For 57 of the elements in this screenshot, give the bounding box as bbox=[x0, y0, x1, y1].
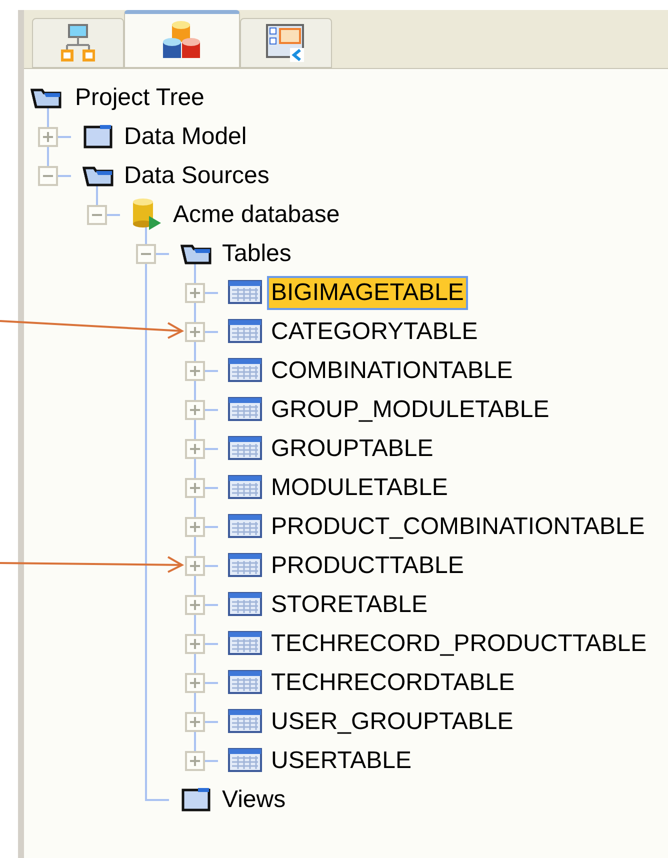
tree-item[interactable]: USERTABLE bbox=[267, 744, 416, 778]
tree-item[interactable]: BIGIMAGETABLE bbox=[267, 276, 468, 310]
tree-item[interactable]: GROUPTABLE bbox=[267, 432, 438, 466]
table-icon bbox=[228, 436, 262, 460]
table-icon bbox=[228, 474, 262, 498]
expand-toggle[interactable] bbox=[185, 282, 205, 302]
table-icon bbox=[228, 670, 262, 694]
table-icon bbox=[228, 358, 262, 382]
tree-item[interactable]: Tables bbox=[218, 237, 296, 271]
expand-toggle[interactable] bbox=[185, 750, 205, 770]
form-layout-icon bbox=[266, 24, 306, 62]
table-icon bbox=[228, 708, 262, 732]
expand-toggle[interactable] bbox=[185, 400, 205, 420]
tree-item[interactable]: CATEGORYTABLE bbox=[267, 315, 482, 349]
folder-icon bbox=[83, 122, 113, 148]
tree-item[interactable]: USER_GROUPTABLE bbox=[267, 705, 518, 739]
tab[interactable] bbox=[124, 10, 240, 68]
table-icon bbox=[228, 552, 262, 576]
expand-toggle[interactable] bbox=[185, 438, 205, 458]
tree-item[interactable]: Data Model bbox=[120, 120, 251, 154]
tab[interactable] bbox=[32, 18, 124, 68]
tree-item[interactable]: STORETABLE bbox=[267, 588, 432, 622]
hierarchy-icon bbox=[61, 24, 95, 62]
table-icon bbox=[228, 396, 262, 420]
tree-item[interactable]: TECHRECORD_PRODUCTTABLE bbox=[267, 627, 651, 661]
expand-toggle[interactable] bbox=[185, 478, 205, 498]
table-icon bbox=[228, 280, 262, 304]
tree-item[interactable]: Data Sources bbox=[120, 159, 274, 193]
expand-toggle[interactable] bbox=[185, 556, 205, 576]
expand-toggle[interactable] bbox=[185, 360, 205, 380]
collapse-toggle[interactable] bbox=[87, 204, 107, 224]
folder-icon bbox=[181, 786, 211, 812]
expand-toggle[interactable] bbox=[185, 516, 205, 536]
table-icon bbox=[228, 592, 262, 616]
expand-toggle[interactable] bbox=[185, 634, 205, 654]
tree-item[interactable]: Project Tree bbox=[71, 81, 208, 115]
tree-item[interactable]: Views bbox=[218, 783, 290, 817]
expand-toggle[interactable] bbox=[38, 126, 58, 146]
expand-toggle[interactable] bbox=[185, 712, 205, 732]
tree-item[interactable]: GROUP_MODULETABLE bbox=[267, 393, 554, 427]
database-icon bbox=[131, 198, 163, 230]
tree-item[interactable]: PRODUCTTABLE bbox=[267, 549, 468, 583]
collapse-toggle[interactable] bbox=[38, 166, 58, 186]
expand-toggle[interactable] bbox=[185, 594, 205, 614]
expand-toggle[interactable] bbox=[185, 672, 205, 692]
expand-toggle[interactable] bbox=[185, 322, 205, 342]
tree-item[interactable]: COMBINATIONTABLE bbox=[267, 354, 517, 388]
table-icon bbox=[228, 514, 262, 538]
table-icon bbox=[228, 748, 262, 772]
tab[interactable] bbox=[240, 18, 332, 68]
tree-item[interactable]: MODULETABLE bbox=[267, 471, 452, 505]
tree-item[interactable]: Acme database bbox=[169, 198, 344, 232]
collapse-toggle[interactable] bbox=[136, 244, 156, 264]
tree-item[interactable]: PRODUCT_COMBINATIONTABLE bbox=[267, 510, 649, 544]
tree-item[interactable]: TECHRECORDTABLE bbox=[267, 666, 519, 700]
table-icon bbox=[228, 318, 262, 342]
table-icon bbox=[228, 630, 262, 654]
